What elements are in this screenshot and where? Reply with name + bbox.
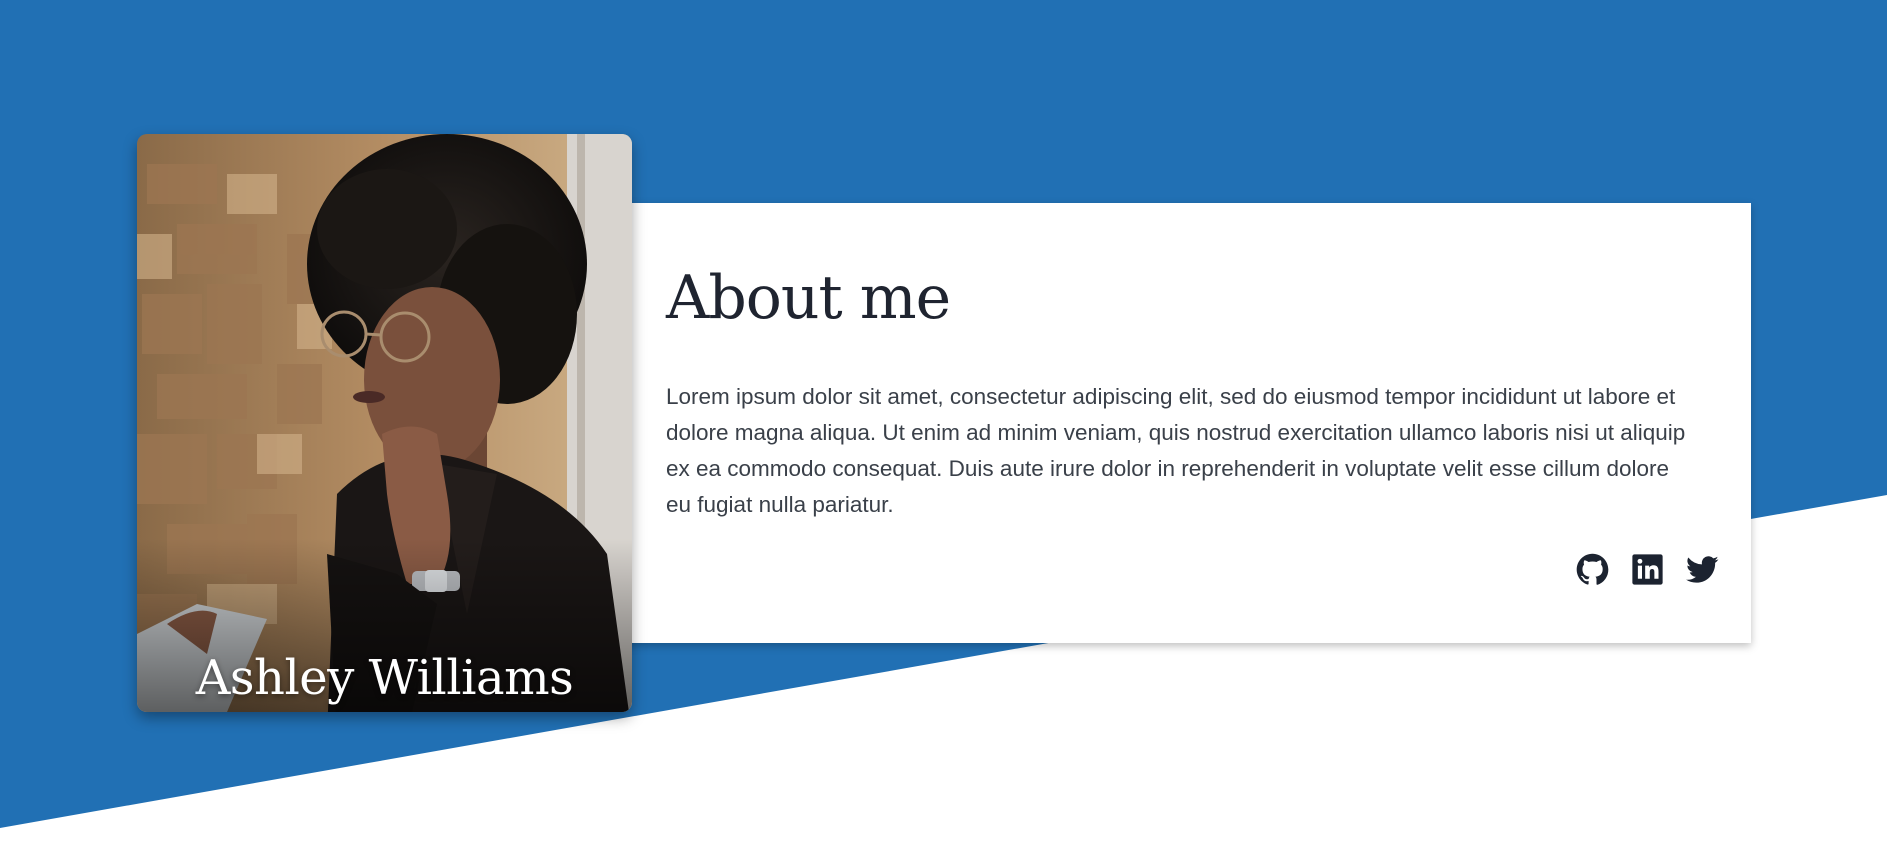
twitter-icon [1686,556,1719,583]
about-title: About me [666,263,951,333]
about-card: About me Lorem ipsum dolor sit amet, con… [600,203,1751,643]
about-section: About me Lorem ipsum dolor sit amet, con… [0,0,1887,847]
profile-name: Ashley Williams [195,650,574,706]
profile-photo [137,134,632,712]
about-description: Lorem ipsum dolor sit amet, consectetur … [666,384,1686,517]
profile-photo-card: Ashley Williams [137,134,632,712]
github-icon [1576,553,1609,585]
social-links [1576,553,1719,586]
linkedin-icon [1632,554,1663,585]
twitter-link[interactable] [1686,553,1719,586]
linkedin-link[interactable] [1631,553,1664,586]
github-link[interactable] [1576,553,1609,586]
